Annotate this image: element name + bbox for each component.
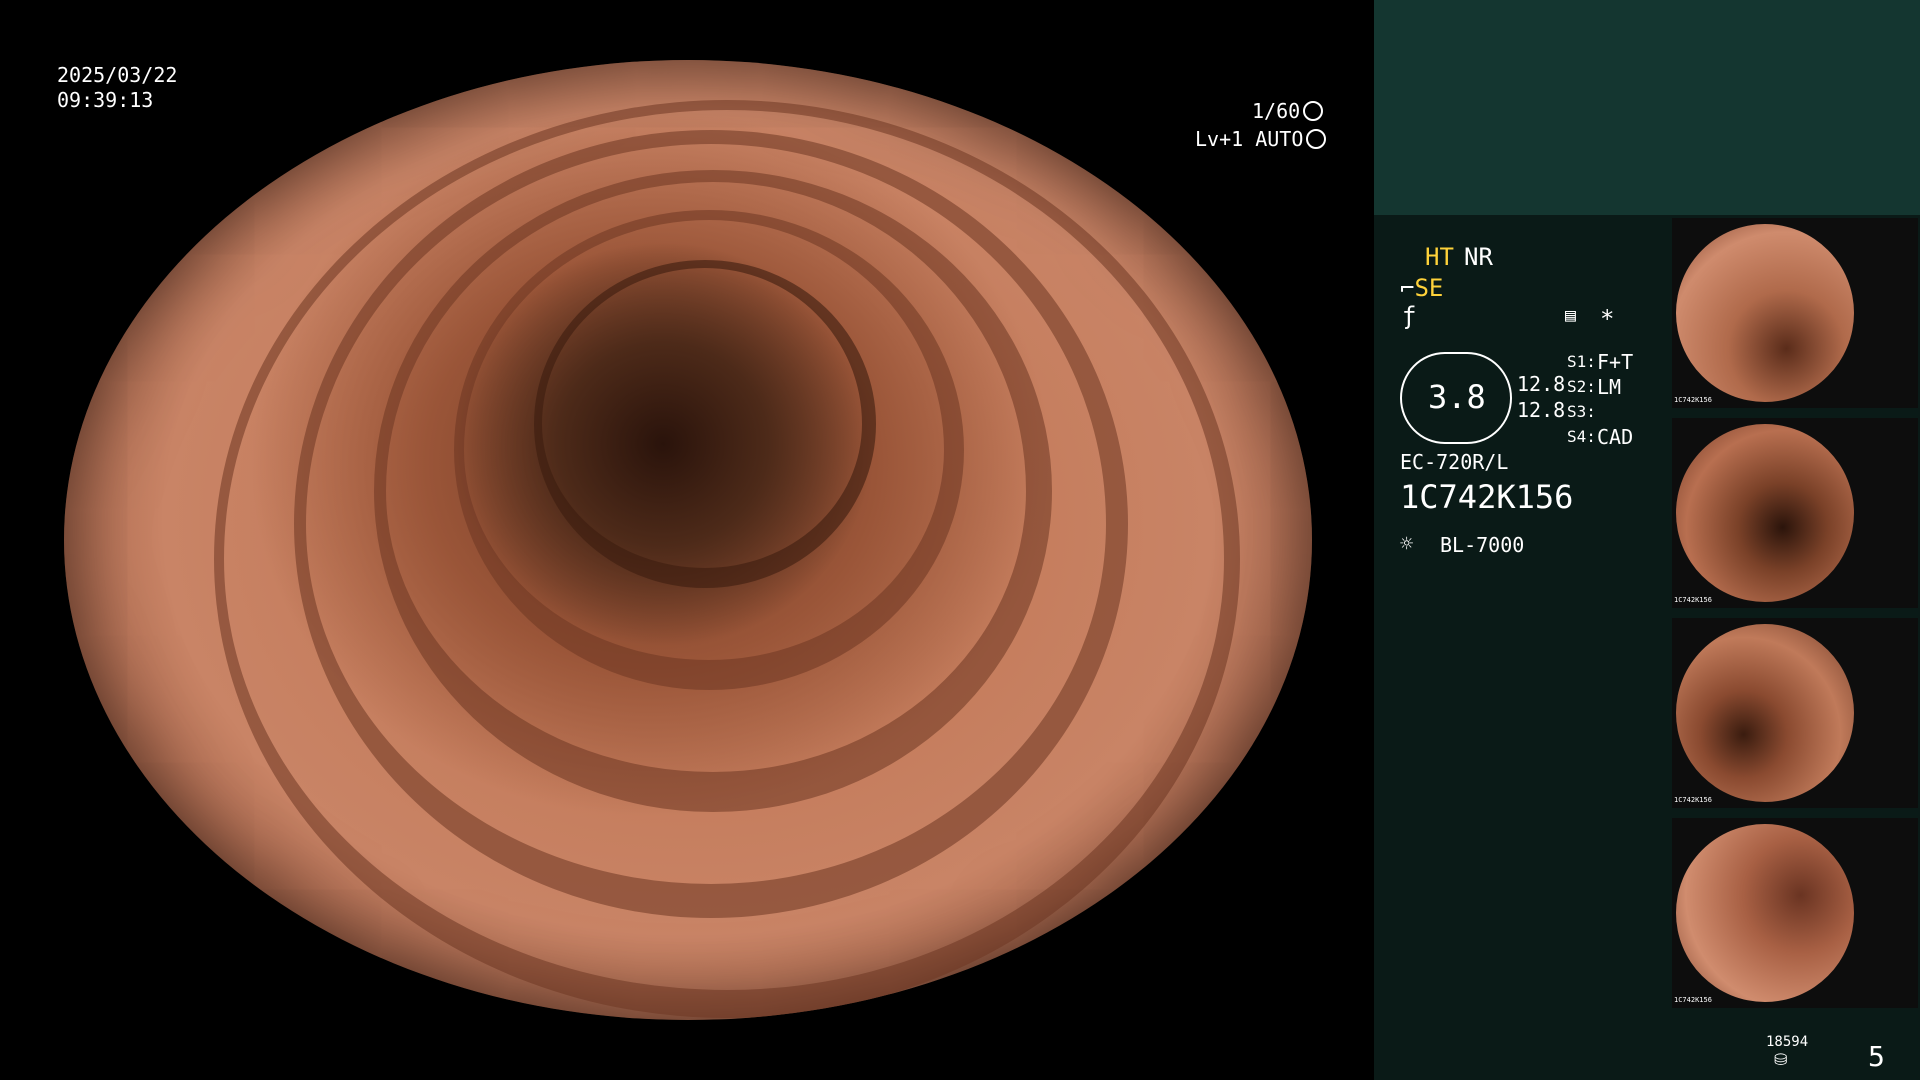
- endoscopy-display: 2025/03/22 09:39:13 1/60 Lv+1 AUTO HT NR…: [0, 0, 1920, 1080]
- light-source: BL-7000: [1440, 533, 1525, 557]
- function-icon: ƒ: [1402, 302, 1417, 330]
- side-panel-header: [1374, 0, 1920, 215]
- s3-label: S3:: [1567, 402, 1596, 421]
- scope-model: EC-720R/L: [1400, 450, 1509, 474]
- endoscope-view: 2025/03/22 09:39:13 1/60 Lv+1 AUTO: [0, 0, 1372, 1080]
- s4-label: S4:: [1567, 427, 1596, 446]
- thumbnail-1[interactable]: 1C742K156: [1672, 218, 1918, 408]
- dial-value: 3.8: [1428, 378, 1486, 416]
- thumbnail-2[interactable]: 1C742K156: [1672, 418, 1918, 608]
- value-1: 12.8: [1517, 372, 1566, 396]
- thumbnail-image: [1676, 824, 1854, 1002]
- shutter-readout: 1/60: [1252, 99, 1324, 124]
- mucosa-fold: [534, 260, 876, 588]
- s1-label: S1:: [1567, 352, 1596, 371]
- date-readout: 2025/03/22: [57, 63, 178, 87]
- settings-icon: ▤: [1565, 305, 1576, 326]
- light-icon: ☼: [1400, 532, 1414, 557]
- iris-icon: [1306, 129, 1327, 149]
- thumbnail-4[interactable]: 1C742K156: [1672, 818, 1918, 1008]
- thumbnail-image: [1676, 624, 1854, 802]
- shutter-icon: [1303, 101, 1324, 121]
- thumbnail-image: [1676, 424, 1854, 602]
- s1-value: F+T: [1597, 350, 1634, 374]
- s2-label: S2:: [1567, 377, 1596, 396]
- thumbnail-serial: 1C742K156: [1674, 796, 1712, 804]
- asterisk-icon: *: [1600, 305, 1615, 333]
- value-2: 12.8: [1517, 398, 1566, 422]
- thumbnail-serial: 1C742K156: [1674, 996, 1712, 1004]
- mode-value: AUTO: [1255, 127, 1304, 151]
- image-count: 5: [1868, 1040, 1885, 1073]
- se-indicator: ⌐SE: [1400, 274, 1443, 302]
- shutter-value: 1/60: [1252, 99, 1301, 123]
- exposure-readout: Lv+1 AUTO: [1195, 127, 1327, 152]
- storage-count: 18594: [1766, 1034, 1809, 1050]
- thumbnail-serial: 1C742K156: [1674, 396, 1712, 404]
- endoscope-image: [64, 60, 1312, 1020]
- image-mask-top: [0, 0, 1372, 60]
- se-icon: ⌐: [1400, 274, 1415, 302]
- scope-serial: 1C742K156: [1400, 478, 1574, 516]
- image-mask-bottom: [0, 1020, 1372, 1080]
- se-label: SE: [1414, 274, 1444, 302]
- thumbnail-3[interactable]: 1C742K156: [1672, 618, 1918, 808]
- s4-value: CAD: [1597, 425, 1634, 449]
- thumbnail-image: [1676, 224, 1854, 402]
- ht-indicator: HT: [1425, 243, 1454, 271]
- storage-icon: ⛁: [1774, 1050, 1788, 1069]
- time-readout: 09:39:13: [57, 88, 154, 112]
- nr-indicator: NR: [1464, 243, 1493, 271]
- thumbnail-serial: 1C742K156: [1674, 596, 1712, 604]
- s2-value: LM: [1597, 375, 1622, 399]
- level-value: Lv+1: [1195, 127, 1244, 151]
